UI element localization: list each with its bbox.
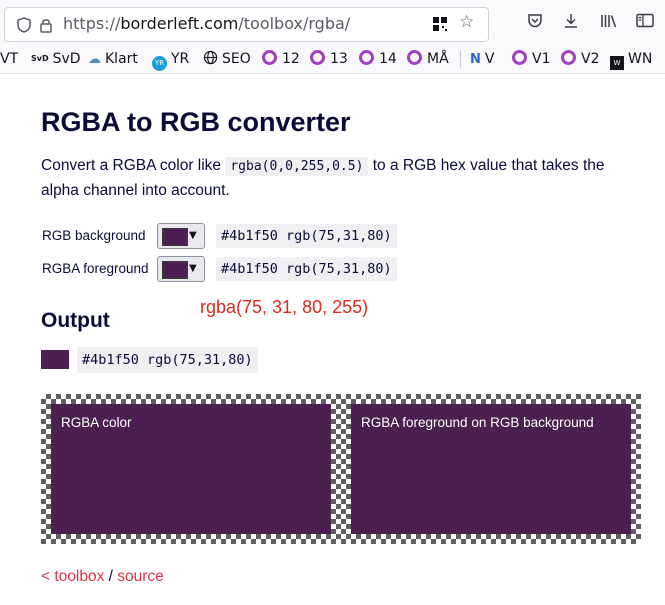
shield-icon[interactable] [17,17,31,36]
preview-checkerboard: RGBA color RGBA foreground on RGB backgr… [41,394,641,544]
bookmark-v1[interactable]: V1 [512,50,550,68]
ring-icon [407,50,422,65]
ring-icon [310,50,325,65]
cloud-icon: ☁ [88,52,101,67]
url-domain: borderleft.com [120,14,239,33]
output-swatch [41,350,69,369]
wn-logo-icon: W [610,56,624,70]
bookmark-14[interactable]: 14 [359,50,397,68]
bookmark-label: MÅ [427,51,449,67]
toolbox-link[interactable]: < toolbox [41,568,104,585]
rgba-foreground-value: #4b1f50 rgb(75,31,80) [216,257,397,281]
globe-icon [203,50,218,69]
bookmarks-bar: VT SvD SvD ☁ Klart YR YR SEO 12 13 14 MÅ NV… [0,46,665,74]
bookmark-label: VT [0,51,19,67]
rgb-background-color-picker[interactable]: ▼ [157,223,205,249]
chevron-down-icon: ▼ [189,230,197,241]
bookmark-v[interactable]: NV [470,50,494,69]
rgba-foreground-label: RGBA foreground [42,261,149,276]
page-title: RGBA to RGB converter [41,107,351,137]
download-icon[interactable] [563,13,579,32]
lock-icon[interactable] [39,17,53,36]
bookmark-label: YR [171,51,190,67]
sidebar-icon[interactable] [636,13,654,31]
bookmark-label: 12 [282,51,300,67]
rgb-background-swatch [162,228,188,246]
svd-logo-icon: SvD [31,54,49,63]
bookmark-yr[interactable]: YR YR [152,50,189,71]
yr-logo-icon: YR [152,56,167,71]
intro-text: Convert a RGBA color like rgba(0,0,255,0… [41,154,621,203]
footer-links: < toolbox / source [41,567,164,587]
bookmark-vt[interactable]: VT [0,50,18,68]
ring-icon [512,50,527,65]
rgba-readout: rgba(75, 31, 80, 255) [200,297,369,317]
bookmarks-separator [460,51,461,68]
rgba-color-preview-label: RGBA color [61,415,132,430]
url-prefix: https:// [63,14,121,33]
output-heading: Output [41,309,110,332]
bookmark-v2[interactable]: V2 [561,50,599,68]
ring-icon [262,50,277,65]
ring-icon [561,50,576,65]
source-link[interactable]: source [117,568,164,585]
bookmark-label: Klart [105,51,138,67]
intro-code: rgba(0,0,255,0.5) [225,157,369,176]
rgb-background-value: #4b1f50 rgb(75,31,80) [216,224,397,248]
footer-separator: / [104,568,118,585]
star-icon[interactable]: ☆ [459,14,474,31]
bookmark-label: SvD [52,51,81,67]
url-text[interactable]: https://borderleft.com/toolbox/rgba/ [63,15,350,33]
qr-code-icon[interactable] [432,16,448,35]
rgba-foreground-color-picker[interactable]: ▼ [157,256,205,282]
foreground-on-background-preview-label: RGBA foreground on RGB background [361,415,594,430]
bookmark-13[interactable]: 13 [310,50,348,68]
bookmark-12[interactable]: 12 [262,50,300,68]
intro-before: Convert a RGBA color like [41,157,226,174]
bookmark-label: SEO [222,51,251,67]
rgba-foreground-swatch [162,261,188,279]
foreground-on-background-preview: RGBA foreground on RGB background [351,404,631,534]
bookmark-ma[interactable]: MÅ [407,50,449,68]
bookmark-wn[interactable]: W WN [610,50,652,70]
url-path: /toolbox/rgba/ [238,14,351,33]
bookmark-svd[interactable]: SvD SvD [31,50,81,68]
bookmark-label: V2 [581,51,600,67]
notion-logo-icon: N [470,52,481,67]
pocket-icon[interactable] [527,13,543,31]
chevron-down-icon: ▼ [189,263,197,274]
bookmark-label: 14 [379,51,397,67]
bookmark-label: WN [628,51,653,67]
rgba-color-preview: RGBA color [51,404,331,534]
library-icon[interactable] [600,13,618,32]
bookmark-klart[interactable]: ☁ Klart [88,50,138,69]
url-bar[interactable]: https://borderleft.com/toolbox/rgba/ ☆ [4,7,489,42]
bookmark-label: V [484,51,495,67]
rgb-background-label: RGB background [42,228,146,243]
bookmark-label: 13 [330,51,348,67]
ring-icon [359,50,374,65]
bookmark-seo[interactable]: SEO [203,50,251,69]
page-content: RGBA to RGB converter Convert a RGBA col… [0,74,665,605]
output-value: #4b1f50 rgb(75,31,80) [77,347,258,373]
bookmark-label: V1 [532,51,551,67]
browser-toolbar: https://borderleft.com/toolbox/rgba/ ☆ [0,0,665,46]
